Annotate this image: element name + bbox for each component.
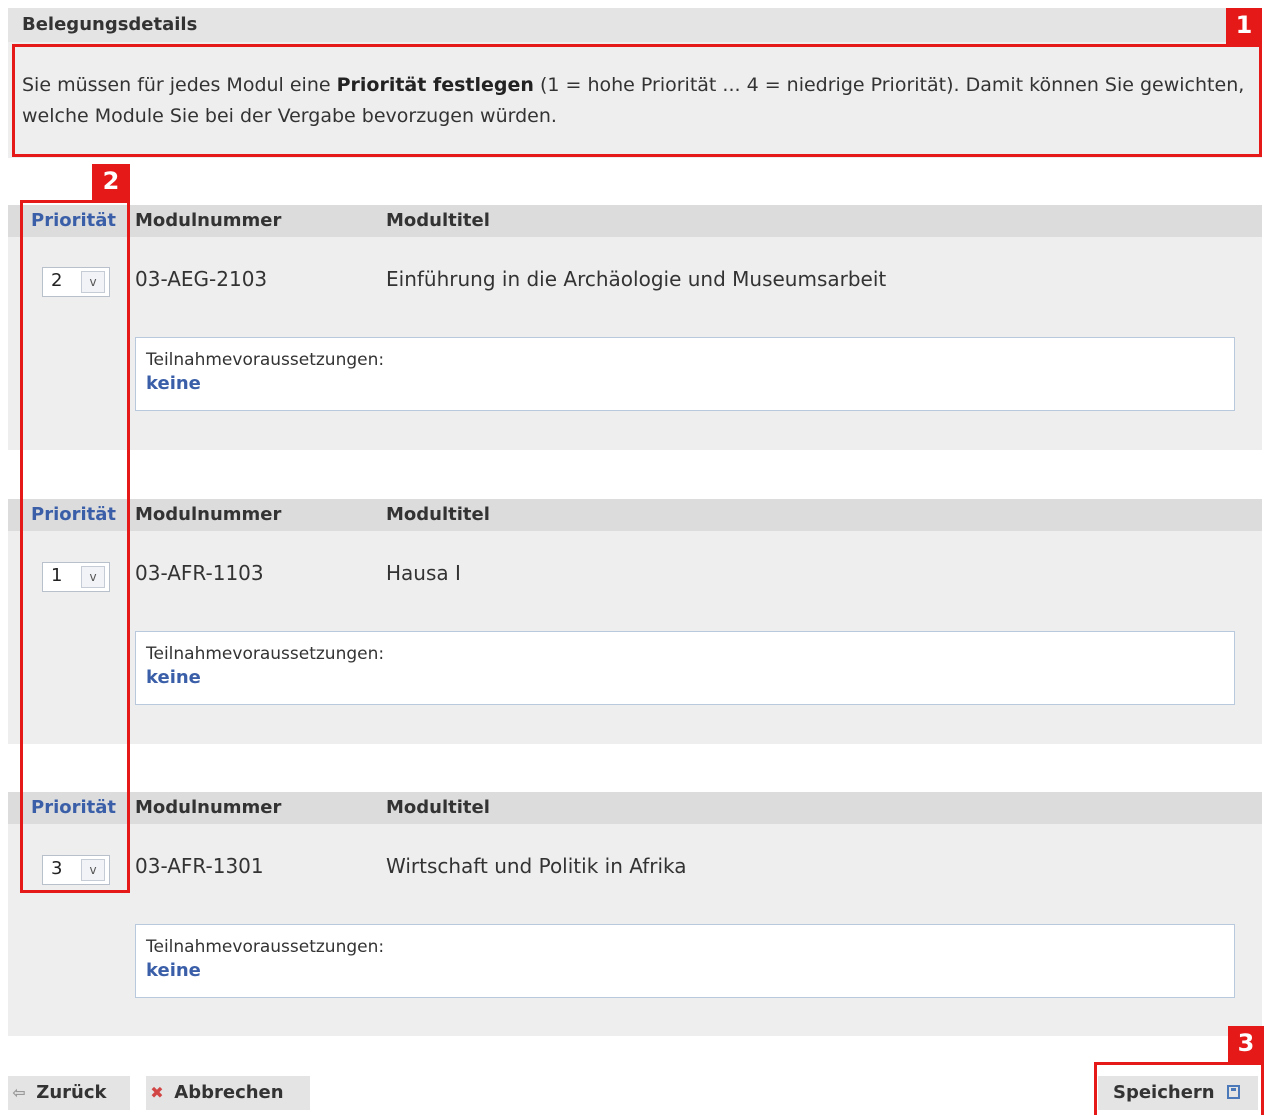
module-number-column-header: Modulnummer	[135, 797, 282, 818]
back-button-label: Zurück	[36, 1082, 107, 1103]
annotation-badge-1: 1	[1226, 8, 1262, 44]
section-title-text: Belegungsdetails	[22, 14, 198, 35]
prerequisites-label: Teilnahmevoraussetzungen:	[146, 937, 385, 957]
module-title-column-header: Modultitel	[386, 797, 490, 818]
module-block: Priorität Modulnummer Modultitel 1 v 03-…	[8, 499, 1262, 744]
prerequisites-label: Teilnahmevoraussetzungen:	[146, 350, 385, 370]
arrow-left-icon: ⇦	[12, 1083, 26, 1102]
module-title-column-header: Modultitel	[386, 504, 490, 525]
prerequisites-value: keine	[146, 667, 201, 688]
module-number-column-header: Modulnummer	[135, 210, 282, 231]
cancel-button[interactable]: ✖ Abbrechen	[146, 1076, 310, 1110]
module-title: Hausa I	[386, 561, 461, 585]
module-number: 03-AFR-1301	[135, 854, 264, 878]
module-title: Einführung in die Archäologie und Museum…	[386, 267, 887, 291]
annotation-frame-2	[20, 200, 130, 893]
module-title: Wirtschaft und Politik in Afrika	[386, 854, 687, 878]
prerequisites-box: Teilnahmevoraussetzungen: keine	[135, 337, 1235, 411]
prerequisites-value: keine	[146, 373, 201, 394]
annotation-badge-2: 2	[92, 164, 130, 200]
prerequisites-label: Teilnahmevoraussetzungen:	[146, 644, 385, 664]
module-number: 03-AEG-2103	[135, 267, 268, 291]
module-title-column-header: Modultitel	[386, 210, 490, 231]
x-icon: ✖	[150, 1083, 164, 1102]
module-number-column-header: Modulnummer	[135, 504, 282, 525]
prerequisites-box: Teilnahmevoraussetzungen: keine	[135, 924, 1235, 998]
annotation-frame-3	[1094, 1062, 1264, 1115]
back-button[interactable]: ⇦ Zurück	[8, 1076, 130, 1110]
module-number: 03-AFR-1103	[135, 561, 264, 585]
module-block: Priorität Modulnummer Modultitel 2 v 03-…	[8, 205, 1262, 450]
prerequisites-value: keine	[146, 960, 201, 981]
cancel-button-label: Abbrechen	[174, 1082, 284, 1103]
prerequisites-box: Teilnahmevoraussetzungen: keine	[135, 631, 1235, 705]
module-header-row: Priorität Modulnummer Modultitel	[8, 792, 1262, 824]
annotation-badge-3: 3	[1228, 1026, 1264, 1062]
section-title: Belegungsdetails	[8, 8, 1262, 42]
module-header-row: Priorität Modulnummer Modultitel	[8, 499, 1262, 531]
annotation-frame-1	[12, 44, 1262, 157]
module-block: Priorität Modulnummer Modultitel 3 v 03-…	[8, 792, 1262, 1036]
module-header-row: Priorität Modulnummer Modultitel	[8, 205, 1262, 237]
